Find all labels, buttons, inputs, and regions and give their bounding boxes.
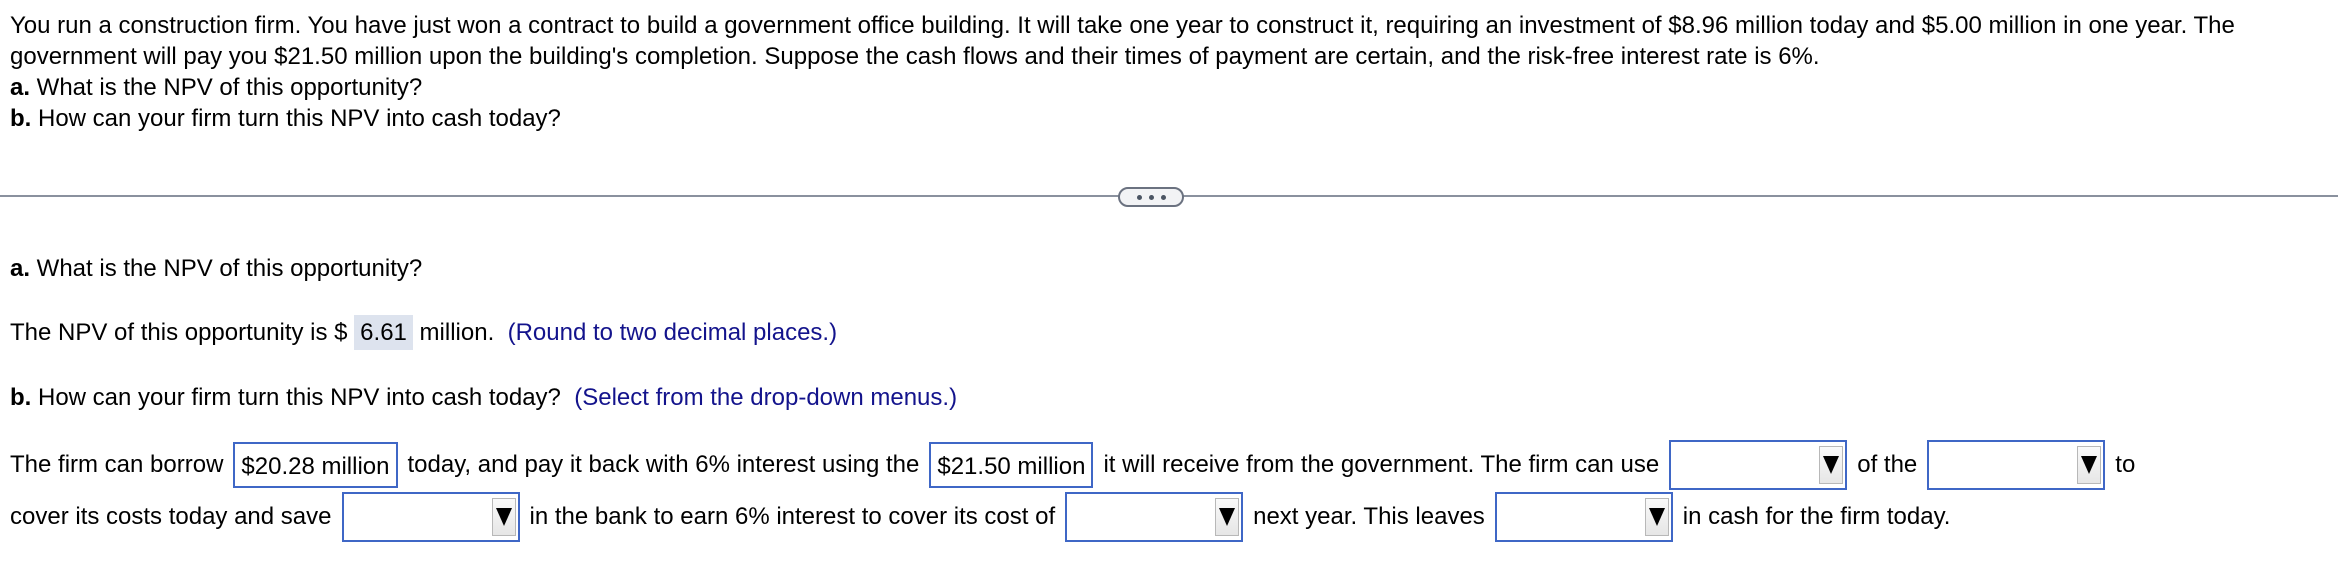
government-payment-dropdown[interactable]: $21.50 million <box>929 442 1094 488</box>
part-a-label: a. <box>10 74 31 101</box>
round-hint: (Round to two decimal places.) <box>507 319 838 346</box>
part-b-question: How can your firm turn this NPV into cas… <box>31 105 561 132</box>
chevron-down-icon[interactable] <box>1644 498 1669 536</box>
cost-next-year-dropdown[interactable] <box>1065 492 1244 542</box>
dropdown-hint: (Select from the drop-down menus.) <box>574 384 958 411</box>
row1-text-2: today, and pay it back with 6% interest … <box>407 451 920 478</box>
borrow-amount-dropdown[interactable]: $20.28 million <box>233 442 398 488</box>
chevron-down-icon[interactable] <box>1215 498 1240 536</box>
answer-b-row-1: The firm can borrow $20.28 million today… <box>10 440 2135 490</box>
save-amount-dropdown[interactable] <box>341 492 520 542</box>
row1-text-1: The firm can borrow <box>10 451 224 478</box>
cash-today-dropdown[interactable] <box>1494 492 1673 542</box>
answer-b-label: b. <box>10 384 32 411</box>
npv-suffix: million. <box>412 319 495 346</box>
row1-text-3: it will receive from the government. The… <box>1103 451 1660 478</box>
npv-answer-line: The NPV of this opportunity is $ 6.61 mi… <box>10 315 838 350</box>
ellipsis-icon <box>1136 194 1166 200</box>
row2-text-4: in cash for the firm today. <box>1682 503 1951 530</box>
answer-a-label: a. <box>10 255 31 282</box>
problem-statement: You run a construction firm. You have ju… <box>10 10 2330 134</box>
of-the-dropdown[interactable] <box>1927 440 2106 490</box>
answer-b-question: b. How can your firm turn this NPV into … <box>10 384 957 412</box>
row2-text-1: cover its costs today and save <box>10 503 332 530</box>
part-a-question: What is the NPV of this opportunity? <box>30 74 423 101</box>
chevron-down-icon[interactable] <box>2077 446 2102 484</box>
problem-part-a: a. What is the NPV of this opportunity? <box>10 72 2330 103</box>
answer-a-question-text: What is the NPV of this opportunity? <box>30 255 423 282</box>
row2-text-3: next year. This leaves <box>1253 503 1485 530</box>
chevron-down-icon[interactable] <box>1819 446 1844 484</box>
npv-prefix: The NPV of this opportunity is $ <box>10 319 355 346</box>
problem-part-b: b. How can your firm turn this NPV into … <box>10 103 2330 134</box>
answer-b-row-2: cover its costs today and save in the ba… <box>10 492 1950 542</box>
row2-text-2: in the bank to earn 6% interest to cover… <box>529 503 1056 530</box>
row1-text-5: to <box>2115 451 2136 478</box>
npv-answer-input[interactable]: 6.61 <box>354 315 413 350</box>
expand-problem-button[interactable] <box>1118 187 1184 207</box>
use-amount-dropdown[interactable] <box>1669 440 1848 490</box>
answer-a-question: a. What is the NPV of this opportunity? <box>10 255 422 283</box>
chevron-down-icon[interactable] <box>491 498 516 536</box>
row1-text-4: of the <box>1857 451 1918 478</box>
answer-b-question-text: How can your firm turn this NPV into cas… <box>31 384 561 411</box>
problem-paragraph: You run a construction firm. You have ju… <box>10 12 2235 70</box>
part-b-label: b. <box>10 105 32 132</box>
